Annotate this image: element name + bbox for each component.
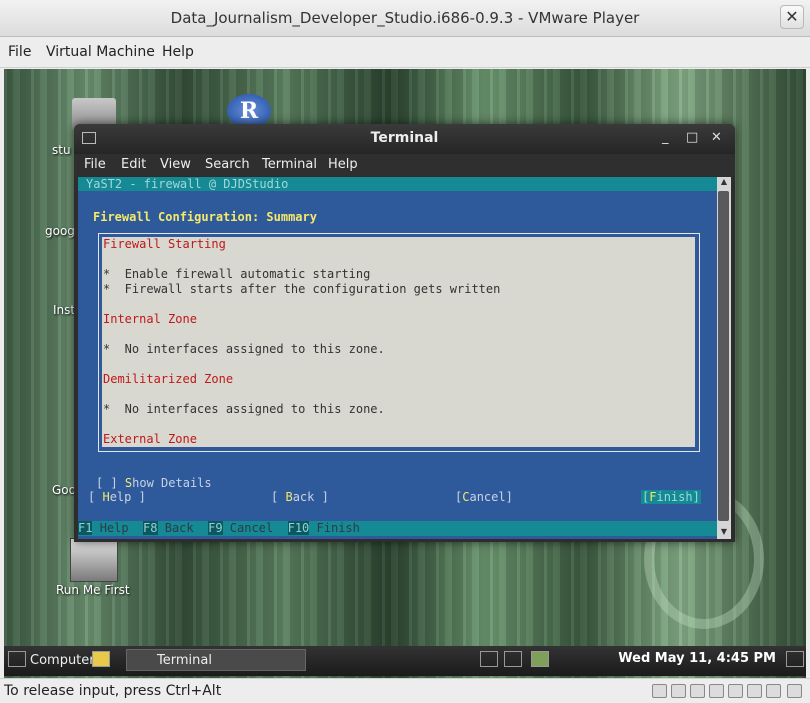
bracket: [ [271,490,286,504]
status-message: To release input, press Ctrl+Alt [4,683,222,699]
fkey-label[interactable]: Cancel [230,521,273,535]
menu-search[interactable]: Search [205,157,250,172]
vmware-titlebar: Data_Journalism_Developer_Studio.i686-0.… [0,0,810,37]
minimize-button[interactable]: _ [662,130,669,145]
summary-bullet: * No interfaces assigned to this zone. [103,402,385,416]
desktop-icon-label[interactable]: Inst [53,303,75,317]
tray-icon[interactable] [786,651,804,667]
terminal-screen[interactable]: YaST2 - firewall @ DJDStudio Firewall Co… [78,177,717,539]
network-adapter-icon[interactable] [709,684,724,698]
summary-text: Firewall Starting * Enable firewall auto… [102,237,695,447]
cancel-button[interactable]: [Cancel] [455,490,513,504]
menu-terminal[interactable]: Terminal [262,157,317,172]
section-title: Demilitarized Zone [103,372,234,386]
bullet-text: firewall automatic starting [168,267,371,281]
fkey-f8[interactable]: F8 [143,521,158,535]
back-button[interactable]: [ Back ] [271,490,329,504]
summary-panel[interactable]: Firewall Starting * Enable firewall auto… [98,233,700,452]
network-icon[interactable] [504,651,522,667]
computer-menu[interactable]: Computer [30,653,95,668]
taskbar-task-terminal[interactable]: Terminal [126,649,306,671]
run-me-first-label[interactable]: Run Me First [56,583,130,597]
summary-bullet: * Enable firewall automatic starting [103,267,370,282]
maximize-button[interactable]: □ [686,130,698,145]
summary-bullet: * Firewall starts after the configuratio… [103,282,501,296]
terminal-scrollbar[interactable]: ▲ ▼ [717,177,731,539]
checkbox-label: how Details [132,476,212,490]
usb-icon[interactable] [728,684,743,698]
page-title: Firewall Configuration: Summary [93,210,317,224]
summary-bullet: * No interfaces assigned to this zone. [103,342,385,356]
cd-drive-icon[interactable] [671,684,686,698]
function-key-bar: F1 Help F8 Back F9 Cancel F10 Finish [78,521,717,536]
menu-view[interactable]: View [160,157,191,172]
menu-virtual-machine[interactable]: Virtual Machine [46,44,155,60]
hotkey: B [285,490,293,504]
r-logo-icon[interactable]: R [227,94,271,128]
close-button[interactable]: ✕ [711,130,722,145]
menu-help[interactable]: Help [328,157,358,172]
scroll-down-icon[interactable]: ▼ [717,527,731,536]
window-title: Data_Journalism_Developer_Studio.i686-0.… [170,9,640,27]
clock[interactable]: Wed May 11, 4:45 PM [618,651,776,666]
desktop-icon-label[interactable]: stu [52,143,71,157]
menu-edit[interactable]: Edit [121,157,146,172]
notes-icon[interactable] [92,651,110,667]
workspace-icon[interactable] [531,651,549,667]
bracket: [ [88,490,103,504]
terminal-title: Terminal [370,130,439,146]
fkey-label[interactable]: Back [165,521,194,535]
help-button[interactable]: [ Help ] [88,490,146,504]
hard-disk-icon[interactable] [652,684,667,698]
section-title: Firewall Starting [103,237,226,251]
button-label: ack ] [292,490,329,504]
menu-file[interactable]: File [84,157,106,172]
fkey-f9[interactable]: F9 [208,521,223,535]
button-label: inish] [656,490,700,504]
fkey-f10[interactable]: F10 [287,521,310,535]
fkey-f1[interactable]: F1 [78,521,93,535]
computer-icon[interactable] [8,651,26,667]
desktop-icon-label[interactable]: Goo [52,483,76,497]
show-details-checkbox[interactable]: [ ] Show Details [96,476,212,490]
terminal-titlebar[interactable]: Terminal _ □ ✕ [74,124,735,154]
desktop-switch-icon[interactable] [480,651,498,667]
task-label: Terminal [157,653,212,668]
menu-file[interactable]: File [8,44,31,60]
guest-taskbar: Computer Terminal Wed May 11, 4:45 PM [4,646,806,676]
button-label: elp ] [109,490,146,504]
close-window-button[interactable]: ✕ [780,5,804,29]
menu-help[interactable]: Help [162,44,194,60]
vmware-menubar: File Virtual Machine Help [0,37,810,68]
finish-button[interactable]: [Finish] [641,490,701,504]
terminal-menubar: File Edit View Search Terminal Help [74,154,735,176]
desktop-icon-label[interactable]: goog [45,224,75,238]
yast-header: YaST2 - firewall @ DJDStudio [78,177,717,191]
fkey-label[interactable]: Help [100,521,129,535]
chess-icon[interactable] [70,538,118,582]
vmware-statusbar: To release input, press Ctrl+Alt [0,678,810,703]
bullet-prefix: * [103,267,125,281]
button-label: ancel] [469,490,513,504]
section-title: External Zone [103,432,197,446]
messages-icon[interactable] [787,684,802,698]
section-title: Internal Zone [103,312,197,326]
printer-icon[interactable] [766,684,781,698]
sound-icon[interactable] [747,684,762,698]
checkbox-box: [ ] [96,476,125,490]
floppy-icon[interactable] [690,684,705,698]
hotkey: H [102,490,110,504]
enable-word: Enable [124,267,169,281]
fkey-label[interactable]: Finish [317,521,360,535]
scroll-thumb[interactable] [718,191,729,521]
scroll-up-icon[interactable]: ▲ [717,177,731,186]
terminal-window: Terminal _ □ ✕ File Edit View Search Ter… [74,124,735,542]
